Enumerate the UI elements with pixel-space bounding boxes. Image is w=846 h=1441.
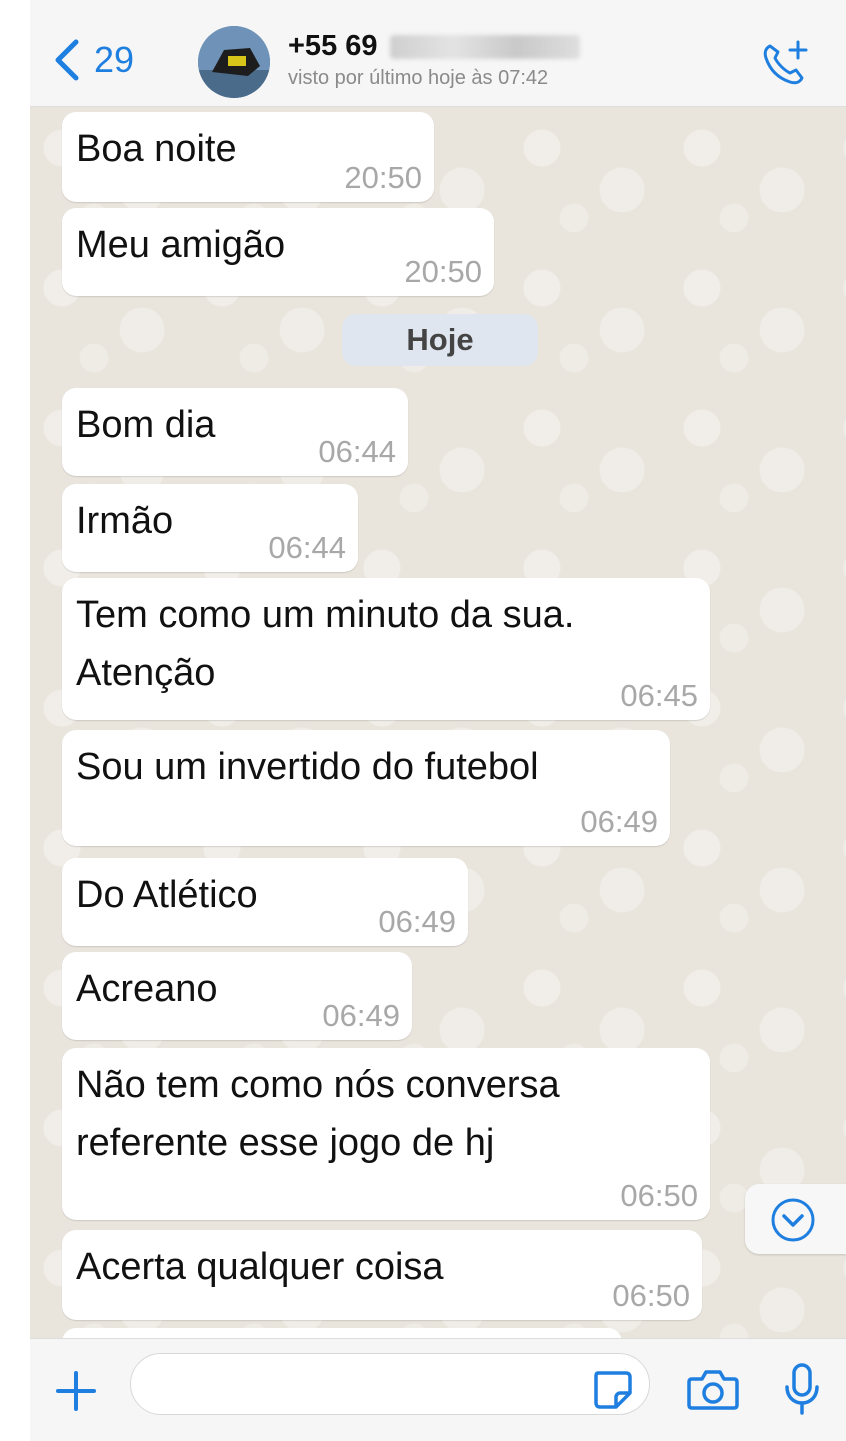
message-text-line-2: Atenção xyxy=(76,652,216,694)
contact-info[interactable]: +55 69 visto por último hoje às 07:42 xyxy=(288,30,580,90)
chevron-down-icon xyxy=(771,1198,815,1242)
message-bubble[interactable]: Acreano 06:49 xyxy=(62,952,412,1040)
message-bubble[interactable]: Irmão 06:44 xyxy=(62,484,358,572)
last-seen-status: visto por último hoje às 07:42 xyxy=(288,67,549,89)
status-bar xyxy=(30,0,846,18)
message-text-line-1: Tem como um minuto da sua. xyxy=(76,594,575,636)
message-bubble[interactable]: Tem como um minuto da sua. Atenção 06:45 xyxy=(62,578,710,720)
message-text: Bom dia xyxy=(76,404,216,446)
message-bubble[interactable]: Não tem como nós conversa referente esse… xyxy=(62,1048,710,1220)
message-bubble[interactable]: Sou um invertido do futebol 06:49 xyxy=(62,730,670,846)
message-time: 20:50 xyxy=(404,254,482,289)
call-add-icon[interactable] xyxy=(760,38,810,88)
microphone-icon[interactable] xyxy=(782,1361,822,1417)
message-text: Do Atlético xyxy=(76,874,258,916)
message-text-line-2: referente esse jogo de hj xyxy=(76,1122,495,1164)
message-text: Boa noite xyxy=(76,128,237,170)
redacted-number xyxy=(389,34,580,59)
message-text: Irmão xyxy=(76,500,174,542)
message-list[interactable]: Boa noite 20:50 Meu amigão 20:50 Hoje Bo… xyxy=(30,106,846,1338)
message-text: Acerta qualquer coisa xyxy=(76,1246,444,1288)
whatsapp-chat-screen: 29 +55 69 visto por último hoje às 07:42 xyxy=(30,0,846,1441)
message-text: Acreano xyxy=(76,968,218,1010)
message-text: Sou um invertido do futebol xyxy=(76,746,539,788)
message-bubble-partial[interactable] xyxy=(62,1328,622,1338)
plus-icon[interactable] xyxy=(52,1367,100,1415)
message-time: 06:50 xyxy=(620,1178,698,1213)
contact-avatar[interactable] xyxy=(198,26,270,98)
back-button[interactable]: 29 xyxy=(52,38,134,82)
scroll-to-bottom-button[interactable] xyxy=(745,1184,846,1254)
message-time: 06:49 xyxy=(322,998,400,1033)
message-time: 06:44 xyxy=(318,434,396,469)
camera-icon[interactable] xyxy=(686,1365,740,1413)
chevron-left-icon xyxy=(55,39,79,81)
unread-count: 29 xyxy=(94,39,135,80)
message-time: 20:50 xyxy=(344,160,422,195)
message-time: 06:44 xyxy=(268,530,346,565)
message-time: 06:50 xyxy=(612,1278,690,1313)
contact-name-row: +55 69 xyxy=(288,30,580,63)
message-bubble[interactable]: Meu amigão 20:50 xyxy=(62,208,494,296)
message-bubble[interactable]: Bom dia 06:44 xyxy=(62,388,408,476)
contact-number: +55 69 xyxy=(288,30,378,62)
message-input[interactable] xyxy=(130,1353,650,1415)
composer-bar xyxy=(30,1338,846,1441)
message-text-line-1: Não tem como nós conversa xyxy=(76,1064,560,1106)
message-bubble[interactable]: Boa noite 20:50 xyxy=(62,112,434,202)
message-time: 06:45 xyxy=(620,678,698,713)
message-time: 06:49 xyxy=(378,904,456,939)
avatar-image xyxy=(198,26,270,98)
chat-header: 29 +55 69 visto por último hoje às 07:42 xyxy=(30,18,846,107)
date-divider: Hoje xyxy=(342,314,538,366)
message-time: 06:49 xyxy=(580,804,658,839)
message-text: Meu amigão xyxy=(76,224,286,266)
sticker-icon[interactable] xyxy=(590,1367,634,1411)
message-bubble[interactable]: Acerta qualquer coisa 06:50 xyxy=(62,1230,702,1320)
message-bubble[interactable]: Do Atlético 06:49 xyxy=(62,858,468,946)
